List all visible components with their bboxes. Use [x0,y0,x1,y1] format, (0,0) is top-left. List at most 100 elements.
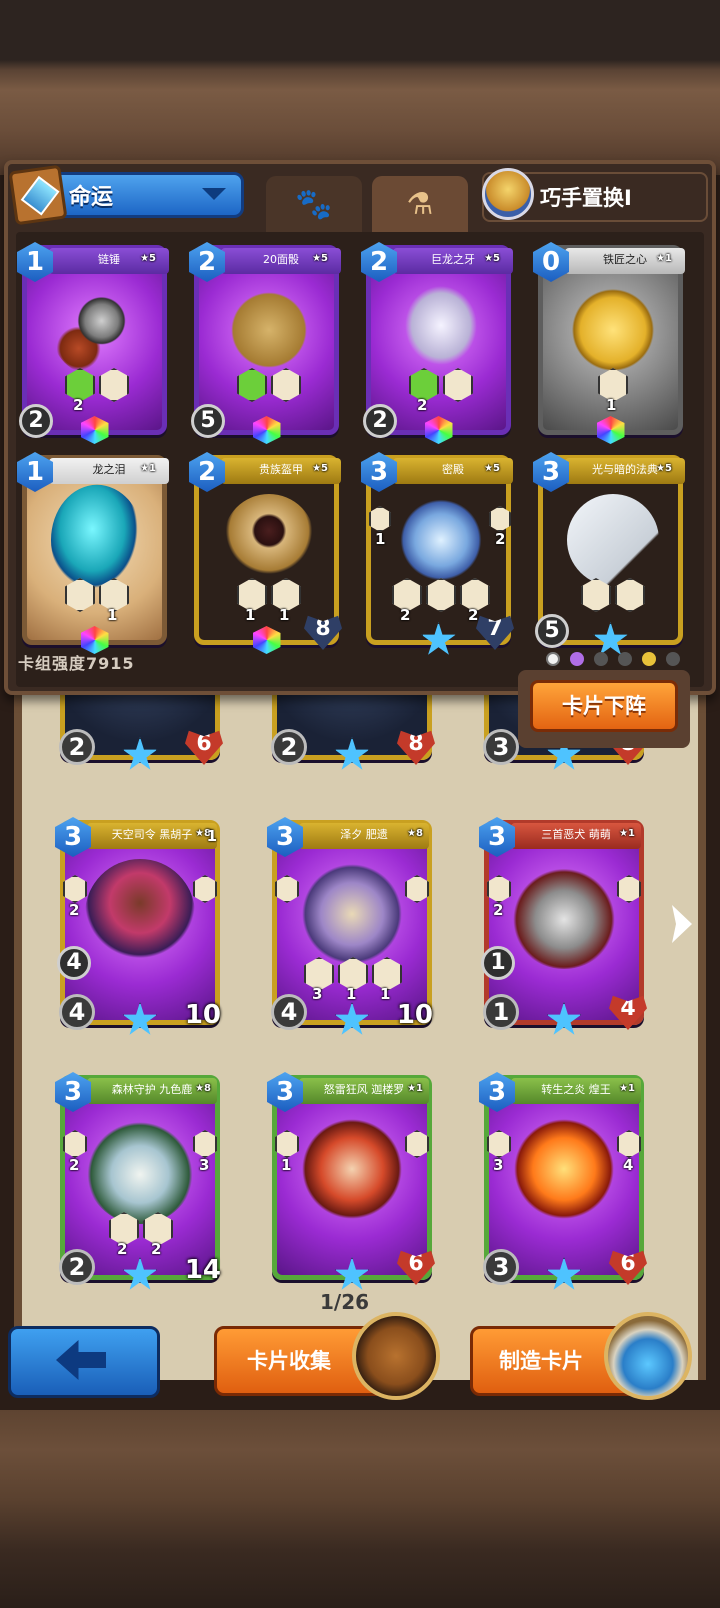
card-stars: ★1 [140,463,156,474]
side-value: 1 [281,1156,292,1174]
filter-dark[interactable] [594,652,608,666]
star-icon [546,1257,582,1290]
tab-potion[interactable]: ⚗ [372,176,468,232]
side-hex-icon [617,875,641,903]
health-value: 8 [397,730,435,765]
attack-value: 4 [271,994,307,1030]
card-stars: ★1 [619,828,635,839]
health-value: 6 [397,1250,435,1285]
card-art [85,1114,195,1224]
card-art [567,284,659,376]
health-value: 10 [396,1000,433,1030]
collection-card[interactable]: 天空司令 黑胡子 ★8 3 2 4 4 10 1 [55,817,221,1035]
deck-card[interactable]: 铁匠之心 ★1 0 1 [533,242,685,444]
side-hex-icon [489,506,511,532]
card-art [395,494,487,586]
skill-value: 3 [312,985,323,1003]
skill-value: 1 [245,606,256,624]
hero-avatar[interactable] [482,168,534,220]
health-value: 6 [609,1250,647,1285]
collection-card[interactable]: 森林守护 九色鹿 ★8 3 2 3 2 2 2 14 [55,1072,221,1290]
dice-count: 2 [19,404,53,438]
deck-card[interactable]: 密殿 ★5 3 2 2 1 2 7 [361,452,514,655]
deck-card[interactable]: 20面骰 ★5 2 5 [189,242,341,444]
side-hex-icon [405,875,429,903]
side-value: 3 [199,1156,210,1174]
card-art [51,484,143,596]
skill-value: 2 [151,1240,162,1258]
skill-value: 2 [73,396,84,414]
collection-card[interactable]: 三首恶犬 萌萌 ★1 3 2 1 1 4 [479,817,647,1035]
star-icon [122,737,158,770]
star-icon [546,1002,582,1035]
star-icon [334,1257,370,1290]
side-value: 2 [493,901,504,919]
skill-value: 2 [468,606,479,624]
card-stars: ★5 [140,253,156,264]
collection-card[interactable]: 泽夕 肥遗 ★8 3 3 1 1 4 10 [267,817,433,1035]
card-cost: 3 [55,1072,91,1112]
health-value: 14 [184,1255,221,1285]
card-art [85,859,195,969]
card-art [395,284,487,376]
side-hex-icon [487,875,511,903]
star-icon [334,737,370,770]
dice-count: 5 [191,404,225,438]
card-art [223,494,315,586]
card-art [297,1114,407,1224]
deck-card[interactable]: 龙之泪 ★1 1 1 [17,452,169,654]
deck-card[interactable]: 贵族盔甲 ★5 2 1 1 8 [189,452,342,654]
card-book-icon[interactable] [352,1312,440,1400]
skill-value: 2 [400,606,411,624]
side-value: 2 [495,530,506,548]
collection-area[interactable]: 262838天空司令 黑胡子★83244101泽夕 肥遗★83311410三首恶… [14,660,706,1380]
filter-epic[interactable] [570,652,584,666]
skill-value: 1 [107,606,118,624]
card-stars: ★5 [656,463,672,474]
side-hex-icon [487,1130,511,1158]
deck-card[interactable]: 巨龙之牙 ★5 2 2 2 [361,242,513,444]
card-cost: 3 [55,817,91,857]
card-stars: ★1 [619,1083,635,1094]
potion-icon: ⚗ [406,186,434,222]
side-hex-icon [405,1130,429,1158]
side-hex-icon [193,875,217,903]
card-cost: 3 [267,817,303,857]
filter-dark-3[interactable] [666,652,680,666]
attack-value: 2 [59,1249,95,1285]
card-art [509,1114,619,1224]
deck-power: 卡组强度7915 [18,654,135,673]
card-stars: ★1 [407,1083,423,1094]
craft-potion-icon[interactable] [604,1312,692,1400]
deck-card[interactable]: 光与暗的法典 ★5 3 5 [533,452,685,655]
card-stars: ★5 [312,253,328,264]
health-value: 6 [185,730,223,765]
page-indicator: 1/26 [320,1290,370,1314]
side-hex-icon [63,1130,87,1158]
star-icon [122,1002,158,1035]
chevron-down-icon[interactable] [202,188,226,200]
card-cost: 3 [479,1072,515,1112]
collection-card[interactable]: 怒雷狂风 迦楼罗 ★1 3 1 6 [267,1072,435,1290]
card-collection-label: 卡片收集 [247,1349,331,1373]
skill-value: 2 [117,1240,128,1258]
side-hex-icon [193,1130,217,1158]
swap-label: 巧手置换Ⅰ [540,186,632,210]
filter-common[interactable] [546,652,560,666]
side-value: 2 [69,901,80,919]
craft-card-label: 制造卡片 [499,1349,583,1373]
skill-value: 1 [279,606,290,624]
card-stars: ★5 [312,463,328,474]
collection-card[interactable]: 转生之炎 煌王 ★1 3 3 4 3 6 [479,1072,647,1290]
filter-legend[interactable] [642,652,656,666]
remove-card-button[interactable]: 卡片下阵 [530,680,678,732]
side-value: 1 [375,530,386,548]
side-value: 2 [69,1156,80,1174]
side-hex-icon [63,875,87,903]
filter-dark-2[interactable] [618,652,632,666]
card-stars: ★5 [484,253,500,264]
attack-value: 3 [483,1249,519,1285]
deck-card[interactable]: 链锤 ★5 1 2 2 [17,242,169,444]
side-hex-icon [369,506,391,532]
tab-paw[interactable]: 🐾 [266,176,362,232]
